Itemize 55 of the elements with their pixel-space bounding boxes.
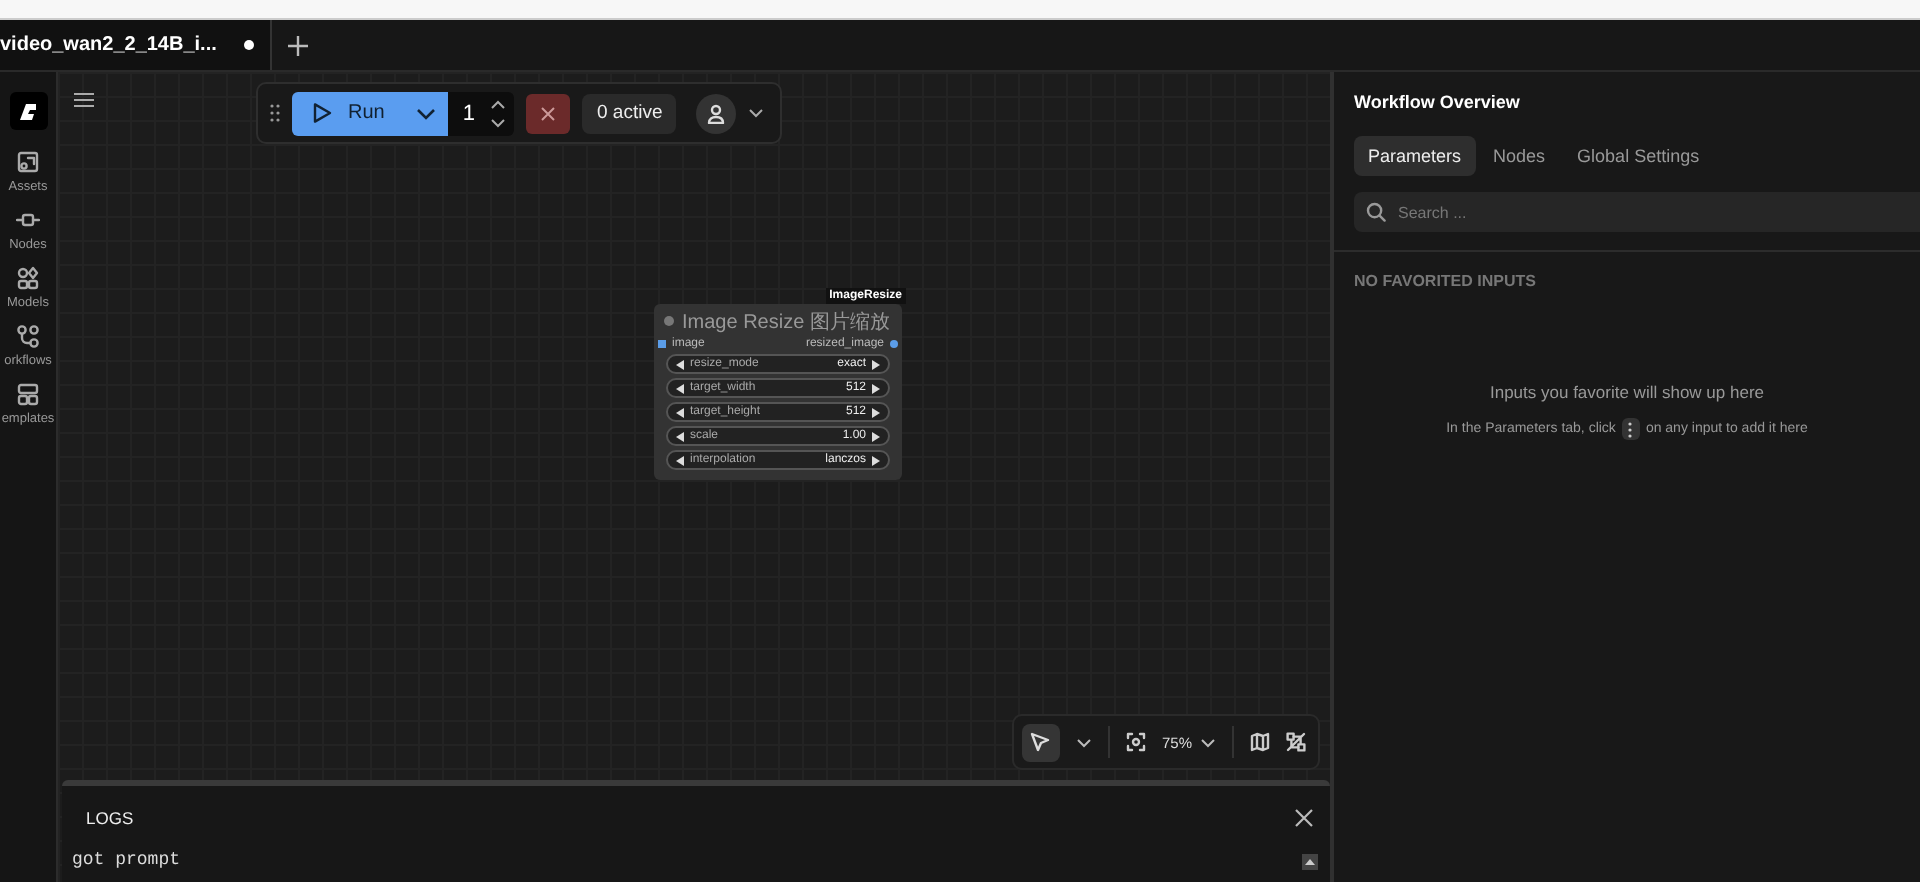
increment-arrow-icon[interactable] — [872, 431, 880, 441]
map-icon[interactable] — [1250, 732, 1270, 752]
close-icon — [540, 105, 557, 121]
status-dot-icon — [664, 316, 674, 326]
link-off-icon[interactable] — [1286, 732, 1306, 752]
decrement-arrow-icon[interactable] — [676, 383, 684, 393]
decrement-arrow-icon[interactable] — [676, 455, 684, 465]
batch-count-field[interactable]: 1 — [448, 91, 515, 135]
chevron-down-icon[interactable] — [404, 91, 449, 135]
decrement-arrow-icon[interactable] — [676, 431, 684, 441]
image-icon[interactable] — [16, 150, 40, 174]
play-icon — [312, 102, 332, 124]
panel-tab[interactable]: Global Settings — [1563, 136, 1714, 176]
node-icon[interactable] — [16, 208, 40, 232]
add-icon[interactable] — [286, 33, 311, 57]
increment-arrow-icon[interactable] — [872, 407, 880, 417]
workflow-tab[interactable]: video_wan2_2_14B_i... — [0, 20, 273, 70]
node-title: Image Resize 图片缩放 — [682, 309, 890, 335]
queue-button[interactable]: 0 active — [582, 93, 677, 133]
scroll-up-icon[interactable] — [1302, 854, 1318, 870]
logo-icon — [18, 99, 38, 123]
increment-arrow-icon[interactable] — [872, 359, 880, 369]
input-slot-icon[interactable] — [658, 340, 666, 348]
increment-arrow-icon[interactable] — [872, 383, 880, 393]
branch-icon[interactable] — [16, 324, 40, 348]
cancel-button[interactable] — [526, 93, 571, 133]
fit-view-icon[interactable] — [1125, 732, 1146, 752]
chevron-down-icon — [1200, 737, 1216, 747]
menu-icon[interactable] — [74, 92, 94, 108]
user-button[interactable] — [696, 93, 737, 133]
decrement-arrow-icon[interactable] — [676, 407, 684, 417]
pointer-icon — [1030, 732, 1051, 752]
chevron-down-icon[interactable] — [748, 108, 765, 118]
increment-arrow-icon[interactable] — [872, 455, 880, 465]
run-button[interactable]: Run — [292, 91, 405, 135]
close-icon[interactable] — [1294, 808, 1314, 828]
stepper-icon[interactable] — [490, 99, 507, 127]
dots-drawing — [1628, 421, 1633, 437]
section-heading: NO FAVORITED INPUTS — [1354, 272, 1538, 290]
search-field[interactable]: Search ... — [1354, 192, 1920, 232]
empty-state-title: Inputs you favorite will show up here — [1487, 382, 1767, 402]
panel-tab[interactable]: Nodes — [1479, 136, 1560, 176]
panel-tab[interactable]: Parameters — [1354, 136, 1476, 176]
select-tool-button[interactable] — [1021, 723, 1060, 761]
log-line: got prompt — [72, 850, 181, 870]
search-icon — [1366, 202, 1386, 222]
shapes-icon[interactable] — [16, 266, 40, 290]
logs-title: LOGS — [86, 808, 134, 828]
drag-handle-icon[interactable] — [270, 104, 280, 122]
decrement-arrow-icon[interactable] — [676, 359, 684, 369]
layout-icon[interactable] — [16, 382, 40, 406]
panel-title: Workflow Overview — [1354, 90, 1522, 116]
output-slot-icon[interactable] — [890, 340, 898, 348]
chevron-down-icon[interactable] — [1075, 737, 1092, 747]
user-icon — [706, 103, 727, 123]
